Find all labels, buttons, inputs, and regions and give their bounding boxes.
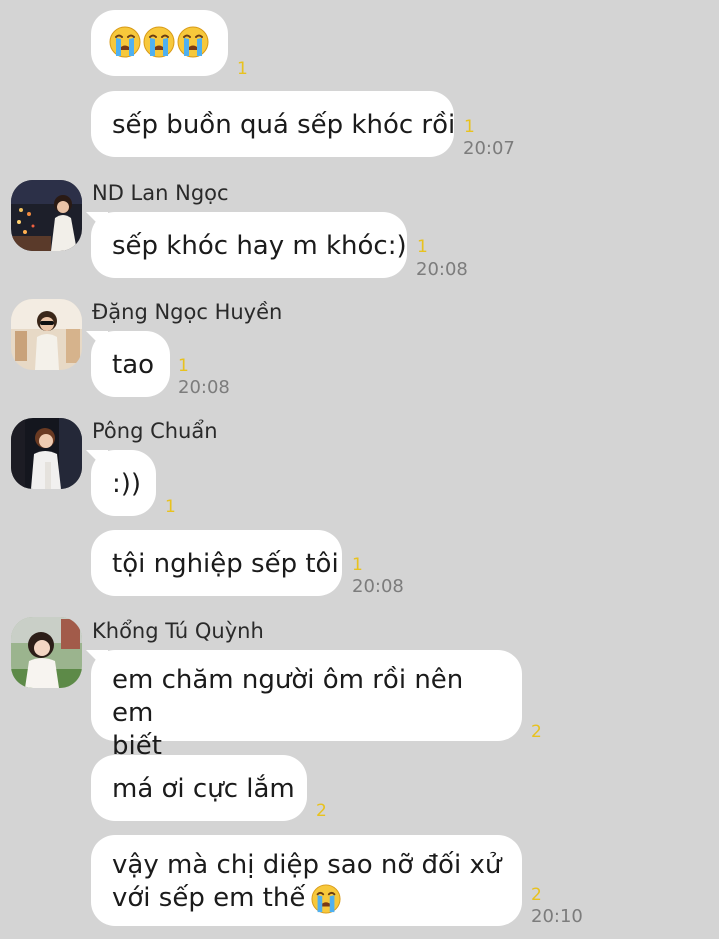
message-text: má ơi cực lắm — [112, 774, 295, 804]
avatar[interactable] — [11, 299, 82, 370]
sender-name: Khổng Tú Quỳnh — [92, 619, 264, 643]
read-count: 1 — [165, 497, 176, 517]
sender-name: Đặng Ngọc Huyền — [92, 300, 283, 324]
message-bubble[interactable]: sếp buồn quá sếp khóc rồi — [91, 91, 456, 157]
emoji-row — [109, 26, 209, 58]
message-time: 20:10 — [531, 906, 583, 927]
avatar[interactable] — [11, 180, 82, 251]
read-count: 1 — [178, 356, 189, 376]
read-count: 2 — [531, 722, 542, 742]
message-bubble[interactable]: :)) — [91, 450, 156, 516]
avatar[interactable] — [11, 418, 82, 489]
message-time: 20:08 — [352, 576, 404, 597]
message-text: sếp khóc hay m khóc:) — [112, 231, 407, 261]
message-bubble[interactable]: vậy mà chị diệp sao nỡ đối xử với sếp em… — [91, 835, 522, 926]
message-text: sếp buồn quá sếp khóc rồi — [112, 110, 456, 140]
read-count: 2 — [316, 801, 327, 821]
read-count: 1 — [237, 59, 248, 79]
sender-name: ND Lan Ngọc — [92, 181, 229, 205]
message-time: 20:08 — [416, 259, 468, 280]
crying-face-icon — [109, 26, 141, 58]
avatar[interactable] — [11, 617, 82, 688]
crying-face-icon — [177, 26, 209, 58]
crying-face-icon — [143, 26, 175, 58]
message-text: tội nghiệp sếp tôi — [112, 549, 339, 579]
read-count: 1 — [417, 237, 428, 257]
read-count: 2 — [531, 885, 542, 905]
message-text-line-1: vậy mà chị diệp sao nỡ đối xử — [112, 850, 502, 880]
message-text: :)) — [112, 469, 142, 499]
message-time: 20:07 — [463, 138, 515, 159]
message-text-line-1: em chăm người ôm rồi nên em — [112, 665, 464, 728]
message-bubble[interactable]: tội nghiệp sếp tôi — [91, 530, 342, 596]
message-bubble[interactable]: má ơi cực lắm — [91, 755, 307, 821]
message-text-line-2: với sếp em thế — [112, 883, 306, 913]
read-count: 1 — [352, 555, 363, 575]
message-bubble[interactable]: sếp khóc hay m khóc:) — [91, 212, 407, 278]
message-text: tao — [112, 350, 155, 380]
sender-name: Pông Chuẩn — [92, 419, 218, 443]
message-time: 20:08 — [178, 377, 230, 398]
crying-face-icon — [311, 884, 341, 914]
message-bubble[interactable]: em chăm người ôm rồi nên em biết — [91, 650, 522, 761]
message-bubble[interactable]: tao — [91, 331, 170, 397]
read-count: 1 — [464, 117, 475, 137]
